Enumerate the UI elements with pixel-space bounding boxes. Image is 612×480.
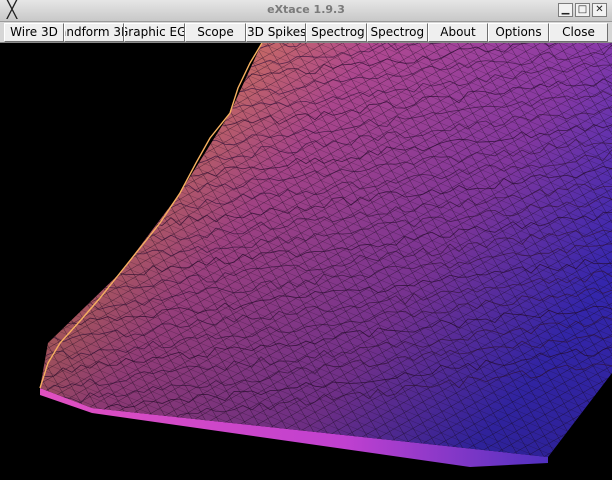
maximize-icon[interactable]: □ — [575, 3, 590, 17]
3d-spikes-button[interactable]: 3D Spikes — [246, 23, 306, 42]
close-window-icon[interactable]: ✕ — [592, 3, 607, 17]
wire-3d-button[interactable]: Wire 3D — [4, 23, 64, 42]
extace-window: ╳ eXtace 1.9.3 ▁ □ ✕ Wire 3D andform 3I … — [0, 0, 612, 480]
mode-toolbar: Wire 3D andform 3I Graphic EG Scope 3D S… — [0, 22, 612, 43]
options-button[interactable]: Options — [488, 23, 549, 42]
minimize-icon[interactable]: ▁ — [558, 3, 573, 17]
horz-spectrogram-button[interactable]: z Spectrog — [306, 23, 367, 42]
scope-button[interactable]: Scope — [185, 23, 246, 42]
window-title: eXtace 1.9.3 — [267, 3, 345, 16]
graphic-eq-button[interactable]: Graphic EG — [124, 23, 185, 42]
spectrum-landform-view — [0, 43, 612, 480]
landform-3d-button[interactable]: andform 3I — [64, 23, 124, 42]
close-button[interactable]: Close — [549, 23, 608, 42]
vert-spectrogram-button[interactable]: t Spectrog — [367, 23, 428, 42]
title-bar[interactable]: ╳ eXtace 1.9.3 ▁ □ ✕ — [0, 0, 612, 22]
about-button[interactable]: About — [428, 23, 488, 42]
